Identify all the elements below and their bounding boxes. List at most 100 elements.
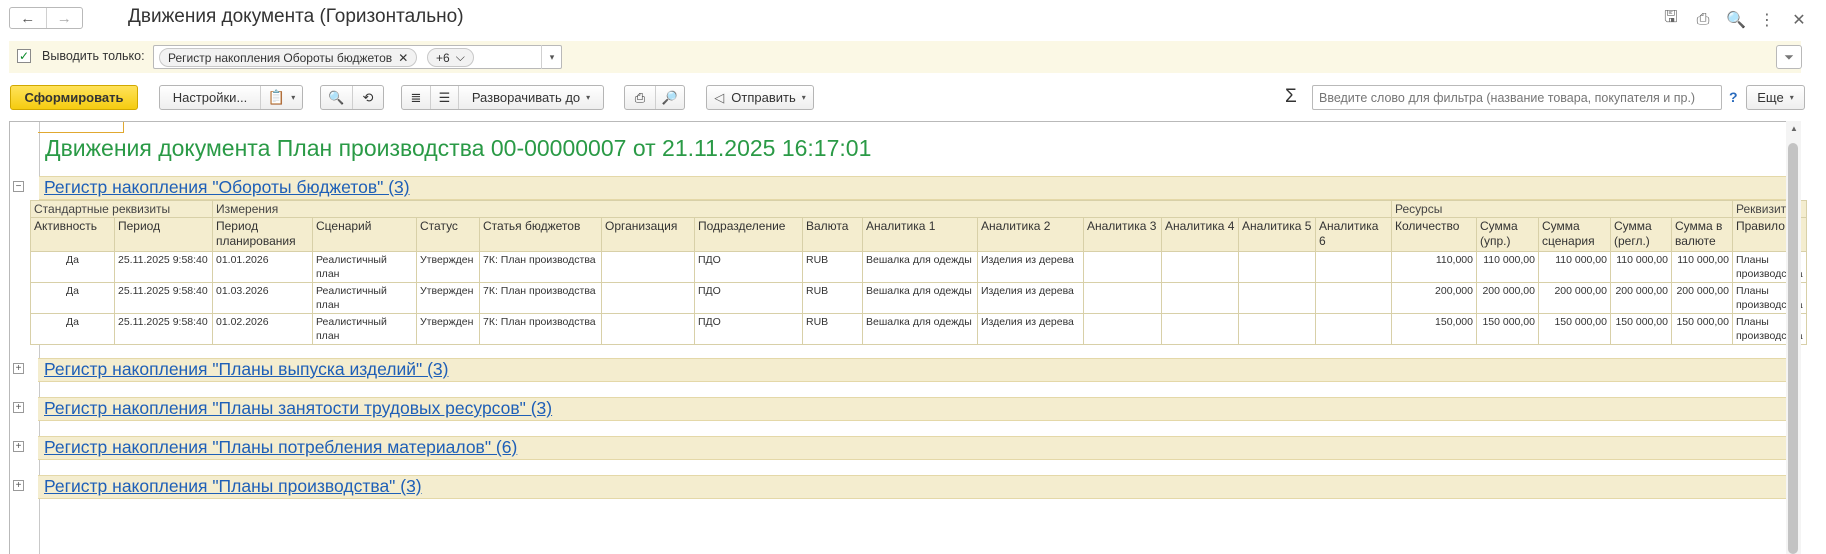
expand-outline-icon[interactable]: ☰ — [430, 86, 458, 109]
forward-arrow-icon[interactable]: → — [45, 8, 83, 28]
settings-button[interactable]: Настройки... — [160, 86, 260, 109]
table-cell[interactable]: Вешалка для одежды — [862, 251, 978, 283]
table-row[interactable]: Да 25.11.2025 9:58:40 01.02.2026 Реалистичн… — [30, 313, 1807, 345]
expand-icon[interactable]: + — [13, 441, 24, 452]
table-cell[interactable]: 150 000,00 — [1671, 313, 1733, 345]
group-link-budget-turnover[interactable]: Регистр накопления "Обороты бюджетов" (3… — [44, 177, 410, 198]
group-link[interactable]: Регистр накопления "Планы занятости труд… — [44, 398, 552, 419]
variants-button[interactable]: 📋 ▾ — [260, 86, 302, 109]
table-cell[interactable]: Реалистичный план — [312, 282, 417, 314]
filter-chip[interactable]: Регистр накопления Обороты бюджетов ✕ — [159, 48, 418, 67]
table-row[interactable]: Да 25.11.2025 9:58:40 01.01.2026 Реалистичн… — [30, 251, 1807, 283]
table-cell[interactable]: Изделия из дерева — [977, 251, 1084, 283]
table-cell[interactable]: 150 000,00 — [1476, 313, 1539, 345]
expand-icon[interactable]: + — [13, 402, 24, 413]
table-cell[interactable]: 01.01.2026 — [212, 251, 313, 283]
table-cell[interactable]: Утвержден — [416, 313, 480, 345]
save-icon[interactable]: 🖫 — [1662, 6, 1680, 33]
table-cell[interactable] — [1315, 251, 1392, 283]
table-cell[interactable]: RUB — [802, 313, 863, 345]
table-cell[interactable] — [1161, 251, 1239, 283]
scroll-up-icon[interactable]: ▲ — [1790, 124, 1798, 133]
filter-dropdown-icon[interactable]: ▾ — [541, 45, 562, 69]
table-cell[interactable]: 150 000,00 — [1538, 313, 1611, 345]
scrollbar-thumb[interactable] — [1788, 143, 1798, 554]
table-cell[interactable] — [1315, 313, 1392, 345]
table-cell[interactable]: 25.11.2025 9:58:40 — [114, 282, 213, 314]
table-cell[interactable] — [1161, 282, 1239, 314]
generate-button[interactable]: Сформировать — [10, 85, 138, 110]
table-cell[interactable]: 110 000,00 — [1476, 251, 1539, 283]
funnel-icon[interactable]: ⏷ — [1776, 45, 1802, 69]
table-cell[interactable]: 200 000,00 — [1476, 282, 1539, 314]
print-icon[interactable]: ⎙ — [625, 86, 655, 109]
table-cell[interactable]: 25.11.2025 9:58:40 — [114, 313, 213, 345]
table-cell[interactable] — [1083, 251, 1162, 283]
group-link[interactable]: Регистр накопления "Планы потребления ма… — [44, 437, 517, 458]
table-cell[interactable] — [1083, 282, 1162, 314]
show-only-checkbox[interactable]: ✓ — [17, 49, 31, 63]
table-cell[interactable] — [1238, 313, 1316, 345]
table-cell[interactable]: Реалистичный план — [312, 313, 417, 345]
close-icon[interactable]: ✕ — [1790, 10, 1808, 30]
table-cell[interactable]: Вешалка для одежды — [862, 313, 978, 345]
table-cell[interactable]: 110 000,00 — [1610, 251, 1672, 283]
group-link[interactable]: Регистр накопления "Планы выпуска издели… — [44, 359, 448, 380]
table-cell[interactable]: RUB — [802, 282, 863, 314]
group-link[interactable]: Регистр накопления "Планы производства" … — [44, 476, 422, 497]
table-cell[interactable]: Вешалка для одежды — [862, 282, 978, 314]
table-cell[interactable]: RUB — [802, 251, 863, 283]
table-cell[interactable]: Изделия из дерева — [977, 282, 1084, 314]
report-filter-input[interactable] — [1312, 85, 1722, 110]
preview-icon[interactable]: 🔍 — [1726, 10, 1746, 30]
table-cell[interactable]: Да — [30, 251, 115, 283]
table-cell[interactable] — [1238, 282, 1316, 314]
table-cell[interactable]: 110,000 — [1391, 251, 1477, 283]
table-cell[interactable]: 7К: План производства — [479, 282, 602, 314]
table-cell[interactable]: 25.11.2025 9:58:40 — [114, 251, 213, 283]
table-row[interactable]: Да 25.11.2025 9:58:40 01.03.2026 Реалистичн… — [30, 282, 1807, 314]
print-icon[interactable]: ⎙ — [1694, 11, 1712, 29]
table-cell[interactable]: Изделия из дерева — [977, 313, 1084, 345]
expand-to-button[interactable]: Разворачивать до ▾ — [458, 86, 603, 109]
table-cell[interactable]: Реалистичный план — [312, 251, 417, 283]
help-icon[interactable]: ? — [1729, 89, 1738, 105]
table-cell[interactable]: 7К: План производства — [479, 251, 602, 283]
collapse-outline-icon[interactable]: ≣ — [402, 86, 430, 109]
find-icon[interactable]: 🔍 — [321, 86, 352, 109]
table-cell[interactable] — [601, 251, 695, 283]
table-cell[interactable]: 200 000,00 — [1610, 282, 1672, 314]
chip-close-icon[interactable]: ✕ — [398, 51, 408, 65]
table-cell[interactable]: ПДО — [694, 313, 803, 345]
more-vert-icon[interactable]: ⋮ — [1758, 10, 1776, 30]
back-arrow-icon[interactable]: ← — [10, 8, 46, 28]
table-cell[interactable] — [1083, 313, 1162, 345]
table-cell[interactable]: 110 000,00 — [1671, 251, 1733, 283]
table-cell[interactable]: Да — [30, 282, 115, 314]
find-next-icon[interactable]: ⟲ — [352, 86, 383, 109]
expand-icon[interactable]: + — [13, 363, 24, 374]
table-cell[interactable]: ПДО — [694, 251, 803, 283]
filter-more-chip[interactable]: +6 ⌵ — [427, 48, 474, 67]
sigma-icon[interactable]: Σ — [1285, 86, 1297, 108]
collapse-icon[interactable]: − — [13, 181, 24, 192]
table-cell[interactable]: 200,000 — [1391, 282, 1477, 314]
table-cell[interactable] — [1161, 313, 1239, 345]
table-cell[interactable] — [601, 282, 695, 314]
table-cell[interactable]: 01.03.2026 — [212, 282, 313, 314]
send-button[interactable]: ◁ Отправить ▾ — [706, 85, 814, 110]
table-cell[interactable]: 150 000,00 — [1610, 313, 1672, 345]
table-cell[interactable]: 200 000,00 — [1671, 282, 1733, 314]
table-cell[interactable]: 200 000,00 — [1538, 282, 1611, 314]
table-cell[interactable]: Да — [30, 313, 115, 345]
table-cell[interactable] — [601, 313, 695, 345]
expand-icon[interactable]: + — [13, 480, 24, 491]
table-cell[interactable] — [1315, 282, 1392, 314]
table-cell[interactable]: 110 000,00 — [1538, 251, 1611, 283]
table-cell[interactable]: 7К: План производства — [479, 313, 602, 345]
table-cell[interactable]: 150,000 — [1391, 313, 1477, 345]
table-cell[interactable] — [1238, 251, 1316, 283]
table-cell[interactable]: Утвержден — [416, 282, 480, 314]
table-cell[interactable]: ПДО — [694, 282, 803, 314]
print-preview-icon[interactable]: 🔎 — [655, 86, 684, 109]
